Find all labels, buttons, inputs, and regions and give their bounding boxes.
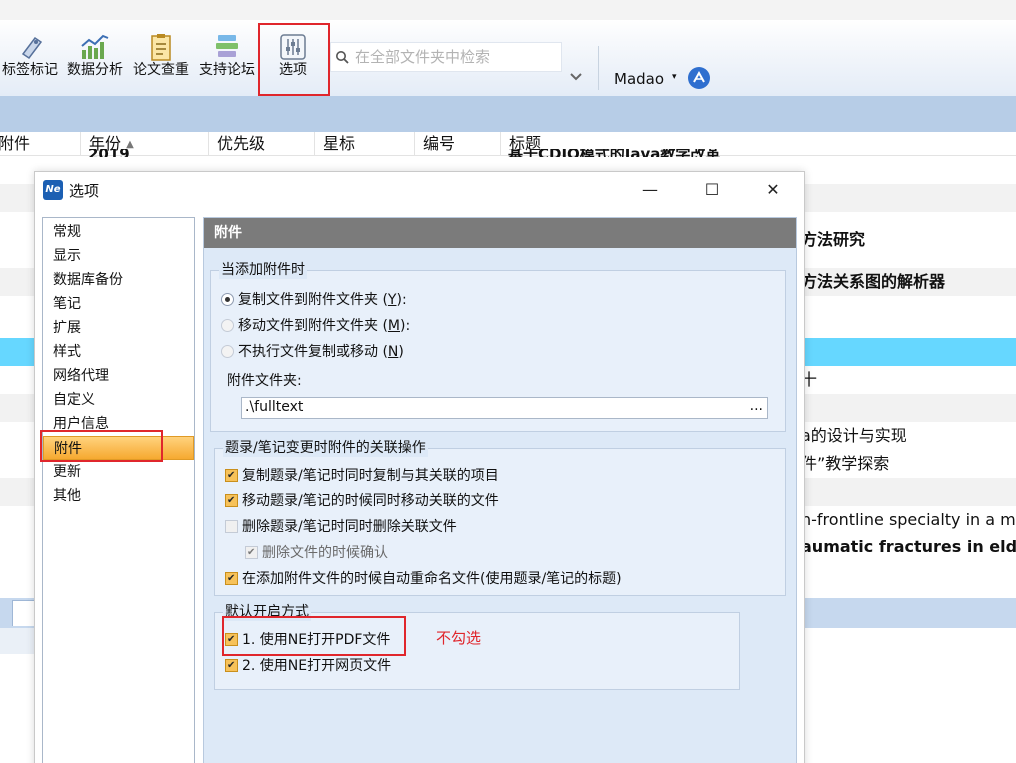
radio-checked[interactable] <box>221 293 234 306</box>
move-linked-checkbox[interactable]: 移动题录/笔记的时候同时移动关联的文件 <box>225 491 499 511</box>
move-to-folder-radio[interactable]: 移动文件到附件文件夹 (M): <box>221 316 410 336</box>
main-toolbar: 标签标记 数据分析 论文查重 支持论坛 选项 Madao ▾ <box>0 0 1016 96</box>
nav-item-general[interactable]: 常规 <box>43 220 194 244</box>
radio-label: 移动文件到附件文件夹 ( <box>238 318 388 334</box>
checkbox-checked[interactable] <box>225 659 238 672</box>
no-copy-move-radio[interactable]: 不执行文件复制或移动 (N) <box>221 342 404 362</box>
linked-operations-group: 题录/笔记变更时附件的关联操作 复制题录/笔记时同时复制与其关联的项目 移动题录… <box>214 439 786 596</box>
nav-item-other[interactable]: 其他 <box>43 484 194 508</box>
tag-button[interactable]: 标签标记 <box>0 32 60 84</box>
nav-item-custom[interactable]: 自定义 <box>43 388 194 412</box>
radio-unchecked[interactable] <box>221 319 234 332</box>
user-caret-icon[interactable]: ▾ <box>672 72 677 82</box>
auto-rename-checkbox[interactable]: 在添加附件文件的时候自动重命名文件(使用题录/笔记的标题) <box>225 569 622 589</box>
checkbox-checked[interactable] <box>225 494 238 507</box>
annotation-note: 不勾选 <box>436 629 482 647</box>
browse-button[interactable]: ... <box>750 398 763 414</box>
options-dialog: Ne 选项 — ☐ ✕ 常规 显示 数据库备份 笔记 扩展 样式 网络代理 自定… <box>34 171 805 763</box>
tag-button-label: 标签标记 <box>2 62 58 78</box>
plagiarism-check-label: 论文查重 <box>133 62 189 78</box>
clipboard-icon <box>151 34 171 61</box>
folder-label: 附件文件夹: <box>227 373 302 389</box>
hotkey-n: N <box>387 344 399 360</box>
radio-label: 复制文件到附件文件夹 ( <box>238 292 388 308</box>
forum-button[interactable]: 支持论坛 <box>196 32 258 84</box>
col-star[interactable]: 星标 <box>314 132 414 156</box>
group-title: 题录/笔记变更时附件的关联操作 <box>223 439 428 457</box>
data-analysis-button[interactable]: 数据分析 <box>64 32 126 84</box>
avatar[interactable] <box>688 67 710 89</box>
folder-path-field[interactable]: .\fulltext ... <box>241 397 768 419</box>
row-title: 方法关系图的解析器 <box>801 272 946 291</box>
attachments-pane: 附件 当添加附件时 复制文件到附件文件夹 (Y): 移动文件到附件文件夹 (M)… <box>203 217 797 763</box>
col-attachment[interactable]: 附件 <box>0 132 80 156</box>
col-priority[interactable]: 优先级 <box>208 132 314 156</box>
checkbox-label: 在添加附件文件的时候自动重命名文件(使用题录/笔记的标题) <box>242 571 622 587</box>
checkbox-label: 删除题录/笔记时同时删除关联文件 <box>242 519 457 535</box>
checkbox-unchecked[interactable] <box>225 520 238 533</box>
user-name[interactable]: Madao <box>614 70 664 88</box>
toolbar-separator <box>598 46 599 90</box>
checkbox-label: 复制题录/笔记时同时复制与其关联的项目 <box>242 468 499 484</box>
row-title: aumatic fractures in elder <box>801 537 1016 556</box>
checkbox-checked[interactable] <box>225 572 238 585</box>
dialog-title: 选项 <box>69 182 100 200</box>
confirm-delete-checkbox[interactable]: 删除文件的时候确认 <box>245 543 388 563</box>
forum-label: 支持论坛 <box>199 62 255 78</box>
checkbox-label: 移动题录/笔记的时候同时移动关联的文件 <box>242 493 499 509</box>
maximize-button[interactable]: ☐ <box>697 176 727 204</box>
sub-toolbar <box>0 96 1016 132</box>
options-nav: 常规 显示 数据库备份 笔记 扩展 样式 网络代理 自定义 用户信息 附件 更新… <box>42 217 195 763</box>
attachments-highlight-box <box>40 430 163 462</box>
table-header: 附件 年份 ▲ 优先级 星标 编号 标题 2019 基于CDIO模式的Java教… <box>0 132 1016 157</box>
folder-path-value: .\fulltext <box>245 399 304 415</box>
plagiarism-check-button[interactable]: 论文查重 <box>130 32 192 84</box>
forum-icon <box>216 35 238 57</box>
row-title: a的设计与实现 <box>801 426 907 445</box>
nav-item-backup[interactable]: 数据库备份 <box>43 268 194 292</box>
search-icon <box>336 51 349 64</box>
open-web-in-ne-checkbox[interactable]: 2. 使用NE打开网页文件 <box>225 656 391 676</box>
pane-title: 附件 <box>204 218 796 248</box>
group-title: 当添加附件时 <box>219 261 307 279</box>
tag-icon <box>21 36 43 60</box>
chart-icon <box>81 34 109 59</box>
nav-item-update[interactable]: 更新 <box>43 460 194 484</box>
radio-unchecked[interactable] <box>221 345 234 358</box>
row-title: 方法研究 <box>801 230 866 249</box>
app-logo-icon: Ne <box>43 180 63 200</box>
options-highlight-box <box>258 23 330 96</box>
copy-to-folder-radio[interactable]: 复制文件到附件文件夹 (Y): <box>221 290 407 310</box>
nav-item-proxy[interactable]: 网络代理 <box>43 364 194 388</box>
radio-label-tail: ): <box>396 292 407 308</box>
nav-item-styles[interactable]: 样式 <box>43 340 194 364</box>
hotkey-m: M <box>387 318 401 334</box>
dialog-titlebar[interactable]: Ne 选项 — ☐ ✕ <box>35 172 804 208</box>
copy-linked-checkbox[interactable]: 复制题录/笔记时同时复制与其关联的项目 <box>225 466 499 486</box>
delete-linked-checkbox[interactable]: 删除题录/笔记时同时删除关联文件 <box>225 517 457 537</box>
row-title: 件”教学探索 <box>801 454 890 473</box>
checkbox-label: 删除文件的时候确认 <box>262 545 388 561</box>
col-number[interactable]: 编号 <box>414 132 500 156</box>
checkbox-label: 2. 使用NE打开网页文件 <box>242 658 392 674</box>
search-input[interactable] <box>355 47 555 67</box>
radio-label-tail: ): <box>400 318 411 334</box>
user-logo-icon <box>693 70 705 83</box>
row-title: n-frontline specialty in a m <box>801 510 1016 529</box>
chevron-down-icon[interactable] <box>569 72 583 82</box>
nav-item-display[interactable]: 显示 <box>43 244 194 268</box>
nav-item-extensions[interactable]: 扩展 <box>43 316 194 340</box>
checkbox-checked-disabled[interactable] <box>245 546 258 559</box>
radio-label-tail: ) <box>398 344 404 360</box>
minimize-button[interactable]: — <box>635 176 665 204</box>
search-box <box>330 42 562 72</box>
checkbox-checked[interactable] <box>225 469 238 482</box>
nav-item-notes[interactable]: 笔记 <box>43 292 194 316</box>
data-analysis-label: 数据分析 <box>67 62 123 78</box>
pdf-option-highlight-box <box>222 616 406 656</box>
add-attachment-group: 当添加附件时 复制文件到附件文件夹 (Y): 移动文件到附件文件夹 (M): 不… <box>210 261 786 432</box>
radio-label: 不执行文件复制或移动 ( <box>238 344 388 360</box>
close-button[interactable]: ✕ <box>758 176 788 204</box>
